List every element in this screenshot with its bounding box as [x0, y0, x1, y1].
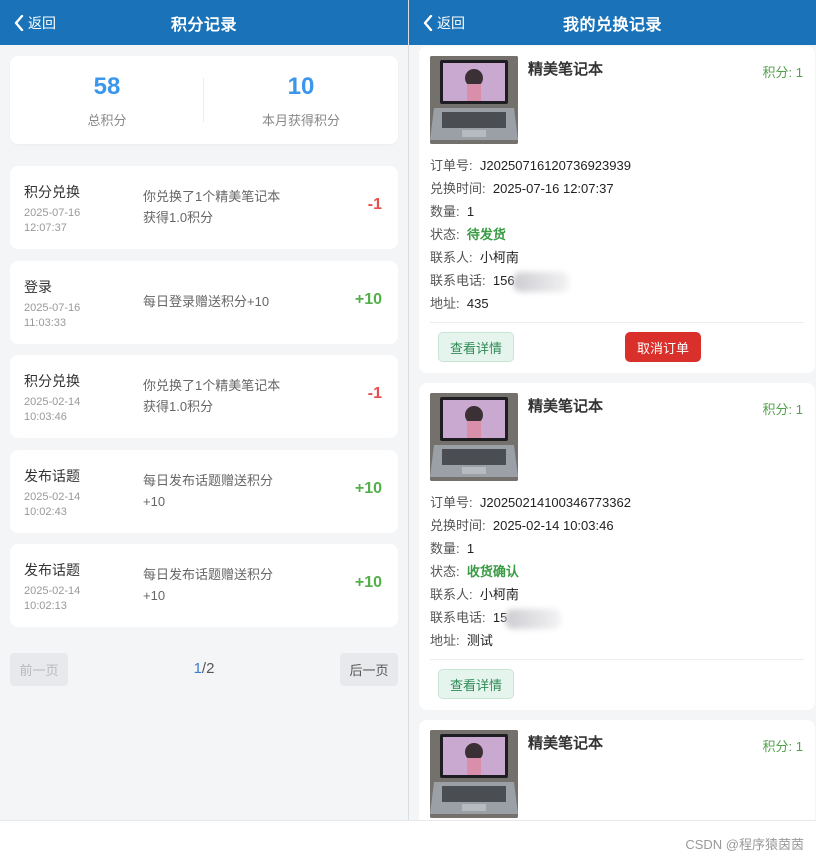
record-delta: -1	[367, 196, 382, 213]
contact-phone: 156	[492, 273, 515, 288]
points-record-panel: 返回 积分记录 58 总积分 10 本月获得积分 积分兑换 2025-07-16…	[0, 0, 408, 820]
order-details: 订单号: J20250716120736923939 兑换时间: 2025-07…	[430, 158, 631, 311]
record-delta: +10	[354, 291, 382, 308]
current-page: 1	[193, 660, 202, 677]
record-type: 积分兑换	[24, 184, 80, 200]
back-label: 返回	[437, 14, 465, 31]
product-image[interactable]	[430, 730, 518, 818]
month-points-label: 本月获得积分	[261, 112, 340, 128]
exchange-order-card: 精美笔记本 积分: 1 订单号: J20250716120736923939 兑…	[419, 46, 815, 373]
record-description: 每日发布话题赠送积分+10	[143, 473, 274, 509]
exchange-record-panel: 返回 我的兑换记录 精美笔记本 积分: 1 订单号: J202507161207…	[409, 0, 816, 820]
record-time: 2025-02-14 10:02:13	[24, 585, 81, 612]
record-description: 每日登录赠送积分+10	[143, 294, 270, 309]
view-detail-button[interactable]: 查看详情	[438, 669, 514, 699]
record-type: 登录	[24, 279, 52, 295]
record-time: 2025-07-16 11:03:33	[24, 302, 81, 329]
record-description: 你兑换了1个精美笔记本获得1.0积分	[143, 189, 281, 225]
record-type: 发布话题	[24, 468, 80, 484]
record-type: 积分兑换	[24, 373, 80, 389]
record-time: 2025-02-14 10:03:46	[24, 396, 81, 423]
product-points: 积分: 1	[762, 65, 803, 80]
quantity: 1	[466, 204, 475, 219]
watermark: CSDN @程序猿茵茵	[685, 837, 804, 852]
exchange-order-card: 精美笔记本 积分: 1 订单号: J20250214100346773362 兑…	[419, 383, 815, 710]
total-points-label: 总积分	[87, 112, 127, 128]
address: 435	[466, 296, 489, 311]
phone-redaction	[505, 608, 562, 629]
order-details: 订单号: J20250214100346773362 兑换时间: 2025-02…	[430, 495, 631, 648]
order-number: J20250716120736923939	[479, 158, 631, 173]
chevron-left-icon	[14, 14, 24, 31]
record-description: 你兑换了1个精美笔记本获得1.0积分	[143, 378, 281, 414]
points-record-item[interactable]: 积分兑换 2025-02-14 10:03:46 你兑换了1个精美笔记本获得1.0…	[10, 355, 398, 438]
order-status: 收货确认	[466, 564, 519, 579]
address: 测试	[466, 633, 493, 648]
points-record-item[interactable]: 发布话题 2025-02-14 10:02:43 每日发布话题赠送积分+10 +1…	[10, 450, 398, 533]
quantity: 1	[466, 541, 475, 556]
month-points-value: 10	[287, 72, 315, 100]
phone-redaction	[512, 271, 569, 292]
record-delta: +10	[354, 480, 382, 497]
next-page-button[interactable]: 后一页	[340, 653, 398, 686]
top-bar: 返回 积分记录	[0, 0, 408, 45]
total-pages: /2	[201, 660, 215, 677]
record-delta: +10	[354, 574, 382, 591]
total-points-value: 58	[93, 72, 121, 100]
product-name: 精美笔记本	[528, 735, 604, 752]
exchange-time: 2025-02-14 10:03:46	[492, 518, 614, 533]
product-image[interactable]	[430, 393, 518, 481]
product-name: 精美笔记本	[528, 61, 604, 78]
record-time: 2025-07-16 12:07:37	[24, 207, 81, 234]
record-description: 每日发布话题赠送积分+10	[143, 567, 274, 603]
record-time: 2025-02-14 10:02:43	[24, 491, 81, 518]
product-name: 精美笔记本	[528, 398, 604, 415]
cancel-order-button[interactable]: 取消订单	[625, 332, 701, 362]
exchange-time: 2025-07-16 12:07:37	[492, 181, 614, 196]
view-detail-button[interactable]: 查看详情	[438, 332, 514, 362]
summary-divider	[203, 78, 204, 122]
product-points: 积分: 1	[762, 739, 803, 754]
contact-name: 小柯南	[479, 587, 519, 602]
order-number: J20250214100346773362	[479, 495, 631, 510]
order-actions: 查看详情	[430, 659, 804, 709]
order-actions: 查看详情 取消订单	[430, 322, 804, 372]
contact-name: 小柯南	[479, 250, 519, 265]
product-points: 积分: 1	[762, 402, 803, 417]
exchange-order-card: 精美笔记本 积分: 1	[419, 720, 815, 820]
back-button[interactable]: 返回	[14, 0, 56, 45]
record-delta: -1	[367, 385, 382, 402]
top-bar: 返回 我的兑换记录	[409, 0, 816, 45]
points-record-item[interactable]: 登录 2025-07-16 11:03:33 每日登录赠送积分+10 +10	[10, 261, 398, 344]
back-button[interactable]: 返回	[423, 0, 465, 45]
record-type: 发布话题	[24, 562, 80, 578]
page-title: 我的兑换记录	[562, 16, 662, 34]
order-status: 待发货	[466, 227, 506, 242]
points-record-item[interactable]: 发布话题 2025-02-14 10:02:13 每日发布话题赠送积分+10 +1…	[10, 544, 398, 627]
total-points-stat: 58 总积分	[10, 56, 204, 144]
points-summary-card: 58 总积分 10 本月获得积分	[10, 56, 398, 144]
chevron-left-icon	[423, 14, 433, 31]
bottom-divider	[0, 820, 816, 821]
month-points-stat: 10 本月获得积分	[204, 56, 398, 144]
product-image[interactable]	[430, 56, 518, 144]
pagination: 前一页 1/2 后一页	[10, 653, 398, 686]
points-record-item[interactable]: 积分兑换 2025-07-16 12:07:37 你兑换了1个精美笔记本获得1.0…	[10, 166, 398, 249]
back-label: 返回	[28, 14, 56, 31]
page-title: 积分记录	[170, 16, 237, 34]
